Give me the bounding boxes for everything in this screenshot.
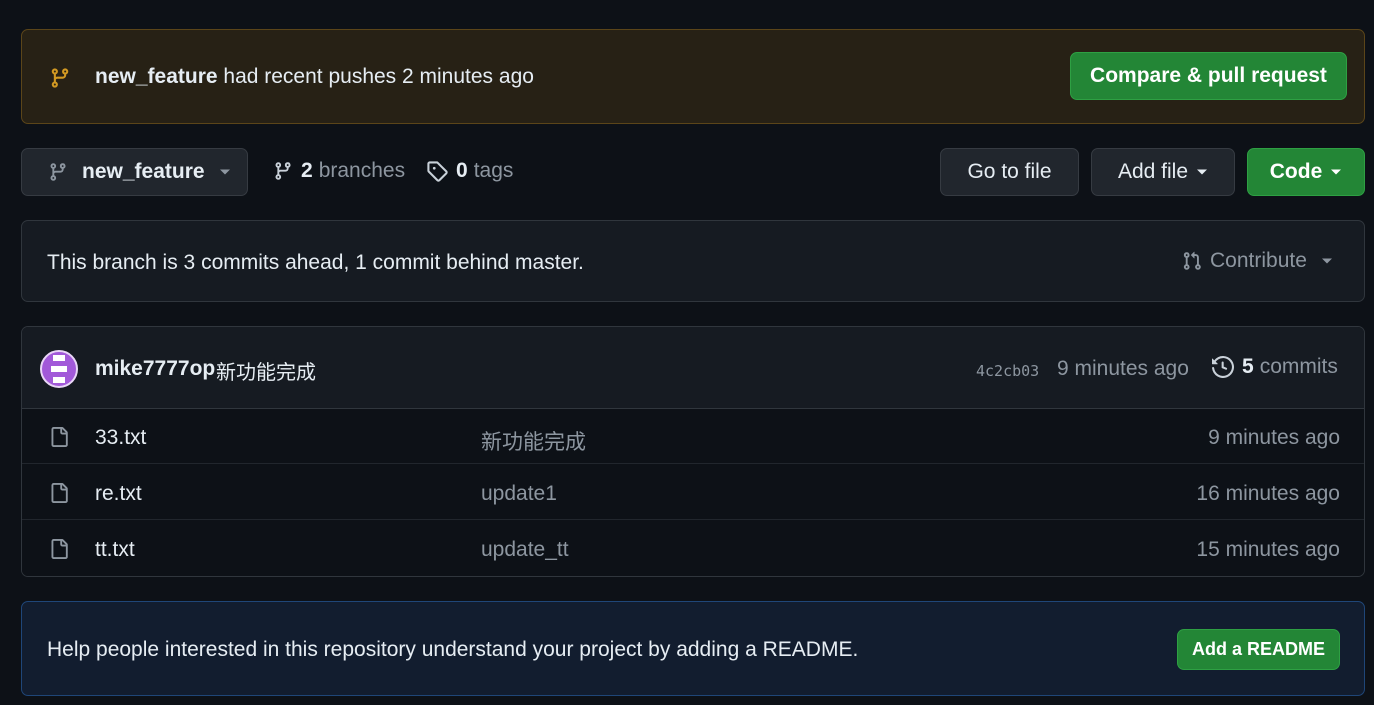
file-commit-time: 15 minutes ago <box>1196 538 1340 561</box>
file-icon <box>49 482 69 504</box>
file-commit-message[interactable]: 新功能完成 <box>481 426 586 456</box>
branches-link[interactable]: 2 branches <box>273 159 405 183</box>
tag-icon <box>426 160 448 182</box>
table-row[interactable]: tt.txt update_tt 15 minutes ago <box>22 521 1364 576</box>
branches-label: branches <box>318 159 406 182</box>
code-button[interactable]: Code <box>1247 148 1365 196</box>
add-readme-button[interactable]: Add a README <box>1177 629 1340 670</box>
git-branch-icon <box>49 66 71 90</box>
tags-count: 0 <box>456 159 468 182</box>
file-commit-time: 9 minutes ago <box>1208 426 1340 449</box>
compare-pull-request-button[interactable]: Compare & pull request <box>1070 52 1347 100</box>
file-icon <box>49 426 69 448</box>
git-branch-icon <box>273 160 293 182</box>
file-name[interactable]: tt.txt <box>95 538 135 562</box>
commits-history-link[interactable]: 5 commits <box>1212 355 1338 379</box>
file-commit-message[interactable]: update_tt <box>481 538 569 562</box>
history-icon <box>1212 356 1234 378</box>
add-file-label: Add file <box>1117 160 1189 183</box>
table-row[interactable]: 33.txt 新功能完成 9 minutes ago <box>22 409 1364 464</box>
commit-message[interactable]: 新功能完成 <box>216 356 316 385</box>
commit-sha[interactable]: 4c2cb03 <box>976 362 1039 380</box>
git-branch-icon <box>48 161 68 183</box>
caret-down-icon <box>1330 168 1342 176</box>
branch-selector-label: new_feature <box>82 160 205 183</box>
table-row[interactable]: re.txt update1 16 minutes ago <box>22 465 1364 520</box>
avatar[interactable] <box>40 350 78 388</box>
branches-count: 2 <box>301 159 313 182</box>
contribute-dropdown[interactable]: Contribute <box>1182 249 1333 273</box>
file-commit-message[interactable]: update1 <box>481 482 557 506</box>
tags-label: tags <box>473 159 514 182</box>
file-icon <box>49 538 69 560</box>
code-button-label: Code <box>1269 160 1323 183</box>
branch-status-text: This branch is 3 commits ahead, 1 commit… <box>47 251 584 274</box>
file-name[interactable]: 33.txt <box>95 426 146 450</box>
tags-link[interactable]: 0 tags <box>426 159 513 183</box>
readme-prompt-text: Help people interested in this repositor… <box>47 638 859 661</box>
push-message-text: had recent pushes 2 minutes ago <box>223 65 534 88</box>
latest-commit-header: mike7777op 新功能完成 4c2cb03 9 minutes ago 5… <box>22 327 1364 409</box>
file-list: mike7777op 新功能完成 4c2cb03 9 minutes ago 5… <box>21 326 1365 577</box>
pull-request-icon <box>1182 250 1202 272</box>
file-name[interactable]: re.txt <box>95 482 142 506</box>
repo-toolbar: new_feature 2 branches 0 tags Go to file… <box>21 148 1365 196</box>
file-commit-time: 16 minutes ago <box>1196 482 1340 505</box>
commit-author[interactable]: mike7777op <box>95 357 215 381</box>
branch-status-box: This branch is 3 commits ahead, 1 commit… <box>21 220 1365 302</box>
push-message: new_feature had recent pushes 2 minutes … <box>95 65 534 89</box>
go-to-file-button[interactable]: Go to file <box>940 148 1079 196</box>
commit-time: 9 minutes ago <box>1057 357 1189 380</box>
caret-down-icon <box>219 168 231 176</box>
commits-count: 5 <box>1242 355 1254 378</box>
branch-selector-button[interactable]: new_feature <box>21 148 248 196</box>
add-file-button[interactable]: Add file <box>1091 148 1235 196</box>
caret-down-icon <box>1196 168 1208 176</box>
commits-label: commits <box>1259 355 1338 378</box>
contribute-label: Contribute <box>1210 249 1307 272</box>
readme-prompt: Help people interested in this repositor… <box>21 601 1365 696</box>
pushed-branch-name[interactable]: new_feature <box>95 65 218 88</box>
caret-down-icon <box>1321 257 1333 265</box>
recent-push-banner: new_feature had recent pushes 2 minutes … <box>21 29 1365 124</box>
